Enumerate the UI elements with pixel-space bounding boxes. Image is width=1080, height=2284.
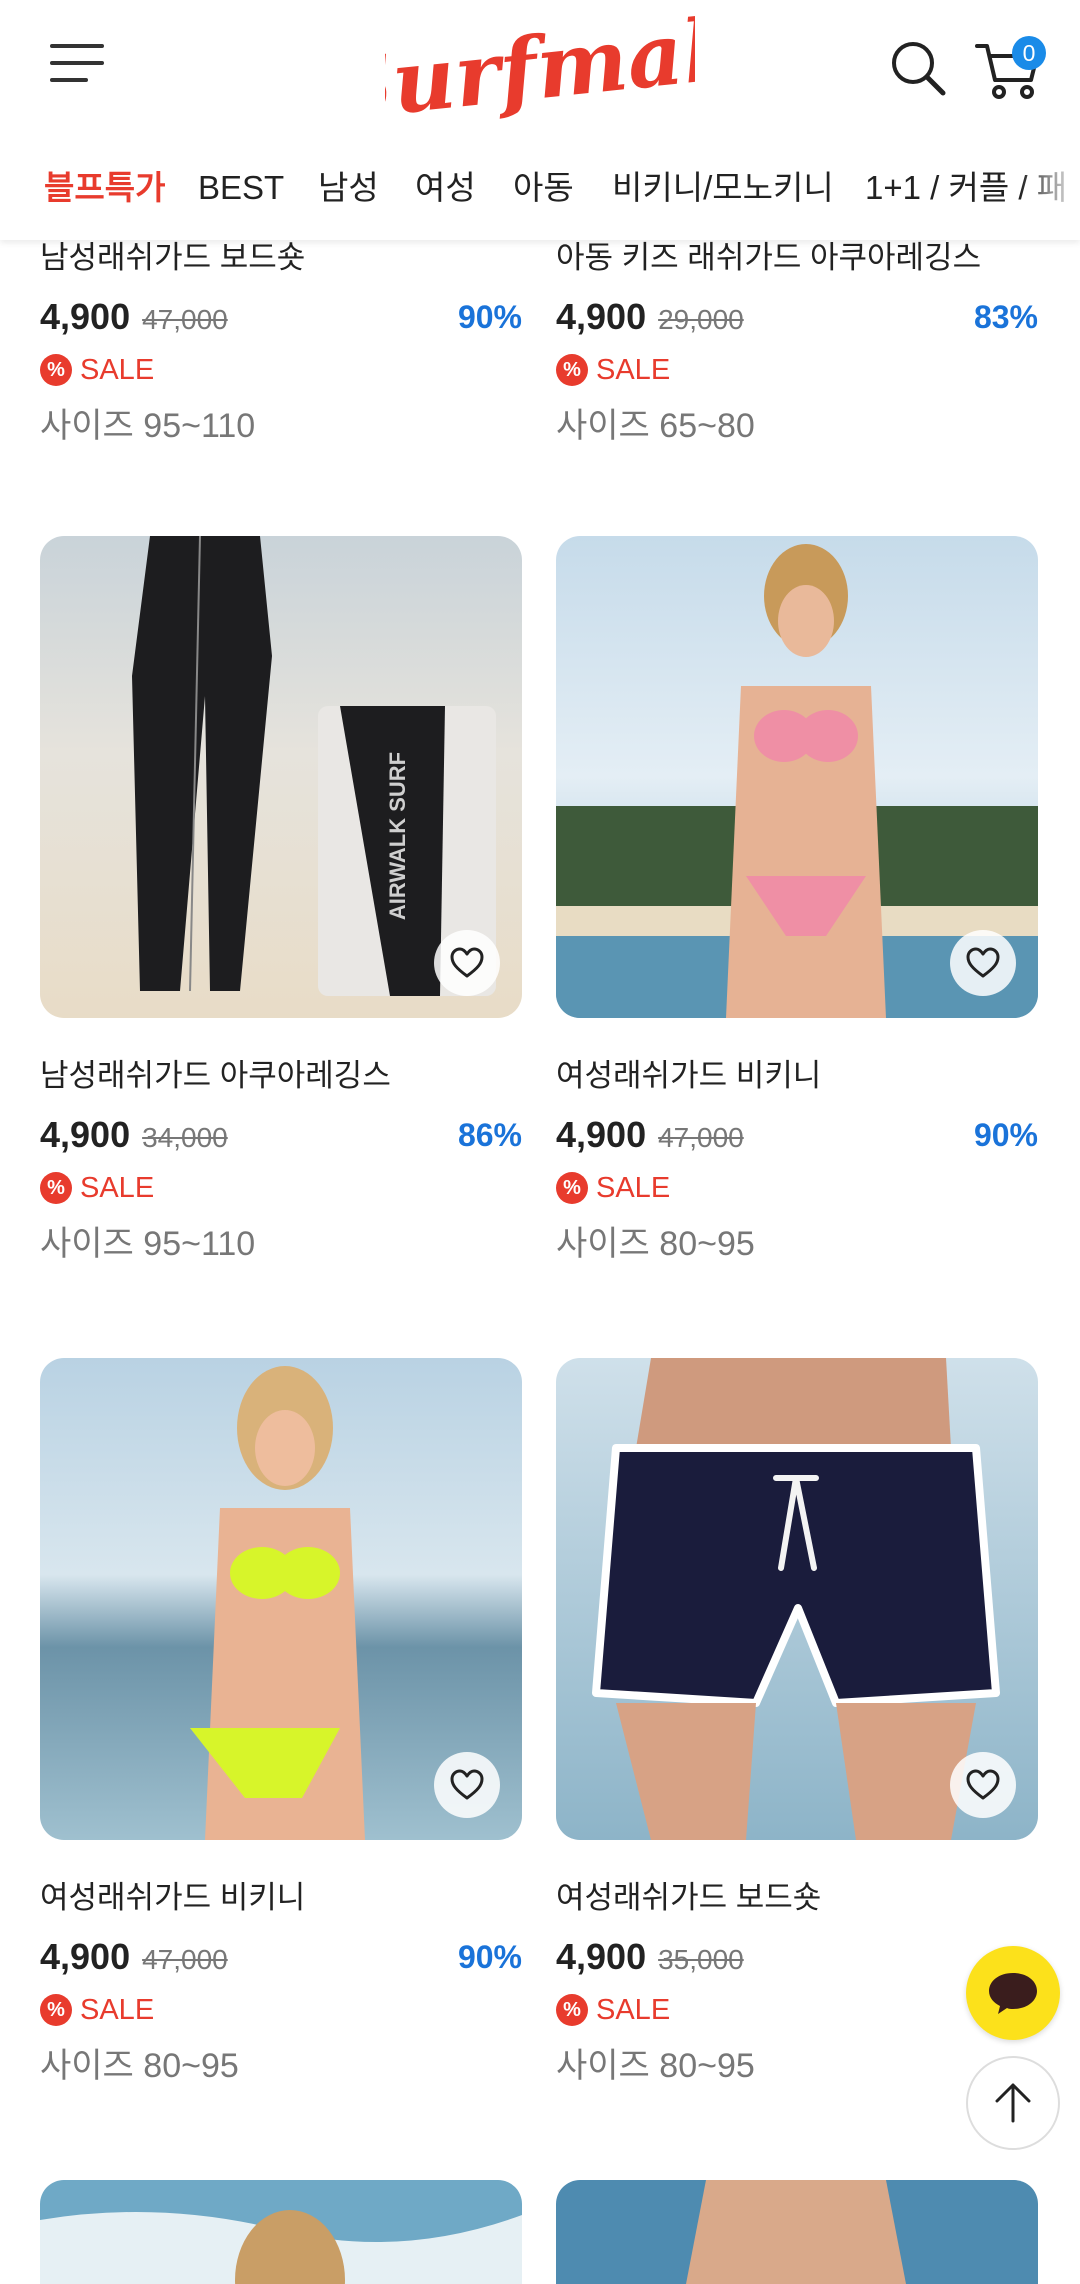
wishlist-button[interactable] [434,1752,500,1818]
sale-percent-icon: % [40,354,72,386]
product-image[interactable] [40,1358,522,1840]
sale-price: 4,900 [556,1936,647,1977]
product-image[interactable] [40,2180,522,2284]
original-price: 47,000 [142,304,228,335]
size-range: 사이즈 95~110 [40,1225,256,1263]
product-card[interactable]: 여성래쉬가드 비키니 4,900 47,000 90% % SALE 사이즈 80~… [40,1358,522,2090]
category-tab-women[interactable]: 여성 [415,160,476,216]
surfmall-logo[interactable]: Surfmall [385,6,695,130]
wishlist-button[interactable] [950,930,1016,996]
sale-price: 4,900 [40,296,131,337]
product-name: 아동 키즈 래쉬가드 아쿠아레깅스 [556,240,982,275]
category-tab-bikini[interactable]: 비키니/모노키니 [612,160,834,216]
app-header: Surfmall 0 블프특가 BEST 남성 여성 아동 비키니/모노키니 1… [0,0,1080,240]
category-tab-men[interactable]: 남성 [318,160,379,216]
product-card[interactable]: 여성래쉬가드 비키니 4,900 47,000 90% % SALE 사이즈 80~… [556,536,1038,1268]
product-name: 남성래쉬가드 아쿠아레깅스 [40,1058,391,1093]
scroll-to-top-button[interactable] [966,2056,1060,2150]
sale-price: 4,900 [40,1936,131,1977]
discount-rate: 86% [457,1117,522,1153]
original-price: 29,000 [658,304,744,335]
search-icon[interactable] [888,38,948,98]
product-name: 여성래쉬가드 보드숏 [556,1880,822,1915]
sale-price: 4,900 [556,296,647,337]
sale-badge: SALE [596,353,671,386]
original-price: 34,000 [142,1122,228,1153]
size-range: 사이즈 95~110 [40,407,256,445]
arrow-up-icon [995,2083,1031,2123]
size-range: 사이즈 65~80 [556,407,755,445]
sale-badge: SALE [596,1993,671,2026]
size-range: 사이즈 80~95 [556,1225,755,1263]
wishlist-button[interactable] [950,1752,1016,1818]
heart-icon [450,947,484,978]
product-card[interactable] [556,2180,1038,2284]
sale-percent-icon: % [556,354,588,386]
product-name: 남성래쉬가드 보드숏 [40,240,306,275]
original-price: 35,000 [658,1944,744,1975]
sale-price: 4,900 [40,1114,131,1155]
chat-bubble-icon [989,1973,1037,2014]
sale-percent-icon: % [556,1994,588,2026]
discount-rate: 90% [457,1939,522,1975]
category-tab-best[interactable]: BEST [198,160,284,216]
original-price: 47,000 [142,1944,228,1975]
category-nav: 블프특가 BEST 남성 여성 아동 비키니/모노키니 1+1 / 커플 / 패 [0,160,1080,216]
product-image[interactable] [556,2180,1038,2284]
product-card[interactable]: 아동 키즈 래쉬가드 아쿠아레깅스 4,900 29,000 83% % SALE … [556,236,1038,450]
svg-text:AIRWALK SURF: AIRWALK SURF [385,752,410,920]
original-price: 47,000 [658,1122,744,1153]
product-image[interactable] [556,1358,1038,1840]
category-tab-black-friday[interactable]: 블프특가 [44,160,165,216]
discount-rate: 83% [973,299,1038,335]
wishlist-button[interactable] [434,930,500,996]
product-card[interactable]: AIRWALK SURF 남성래쉬가드 아쿠아레깅스 4,900 34,000 8… [40,536,522,1268]
product-name: 여성래쉬가드 비키니 [40,1880,306,1915]
svg-text:Surfmall: Surfmall [385,6,695,130]
product-card[interactable] [40,2180,522,2284]
discount-rate: 90% [457,299,522,335]
sale-percent-icon: % [556,1172,588,1204]
cart-count-badge: 0 [1012,36,1046,70]
category-tab-kids[interactable]: 아동 [513,160,574,216]
heart-icon [450,1769,484,1800]
size-range: 사이즈 80~95 [556,2047,755,2085]
heart-icon [966,1769,1000,1800]
product-image[interactable] [556,536,1038,1018]
heart-icon [966,947,1000,978]
sale-percent-icon: % [40,1172,72,1204]
product-name: 여성래쉬가드 비키니 [556,1058,822,1093]
discount-rate: 90% [973,1117,1038,1153]
sale-badge: SALE [596,1171,671,1204]
sale-badge: SALE [80,1171,155,1204]
product-card[interactable]: 여성래쉬가드 보드숏 4,900 35,000 % SALE 사이즈 80~95 [556,1358,1038,2090]
sale-percent-icon: % [40,1994,72,2026]
sale-badge: SALE [80,353,155,386]
product-card[interactable]: 남성래쉬가드 보드숏 4,900 47,000 90% % SALE 사이즈 95~… [40,236,522,450]
sale-price: 4,900 [556,1114,647,1155]
chat-button[interactable] [966,1946,1060,2040]
size-range: 사이즈 80~95 [40,2047,239,2085]
hamburger-menu-icon[interactable] [50,44,104,90]
product-image[interactable]: AIRWALK SURF [40,536,522,1018]
sale-badge: SALE [80,1993,155,2026]
